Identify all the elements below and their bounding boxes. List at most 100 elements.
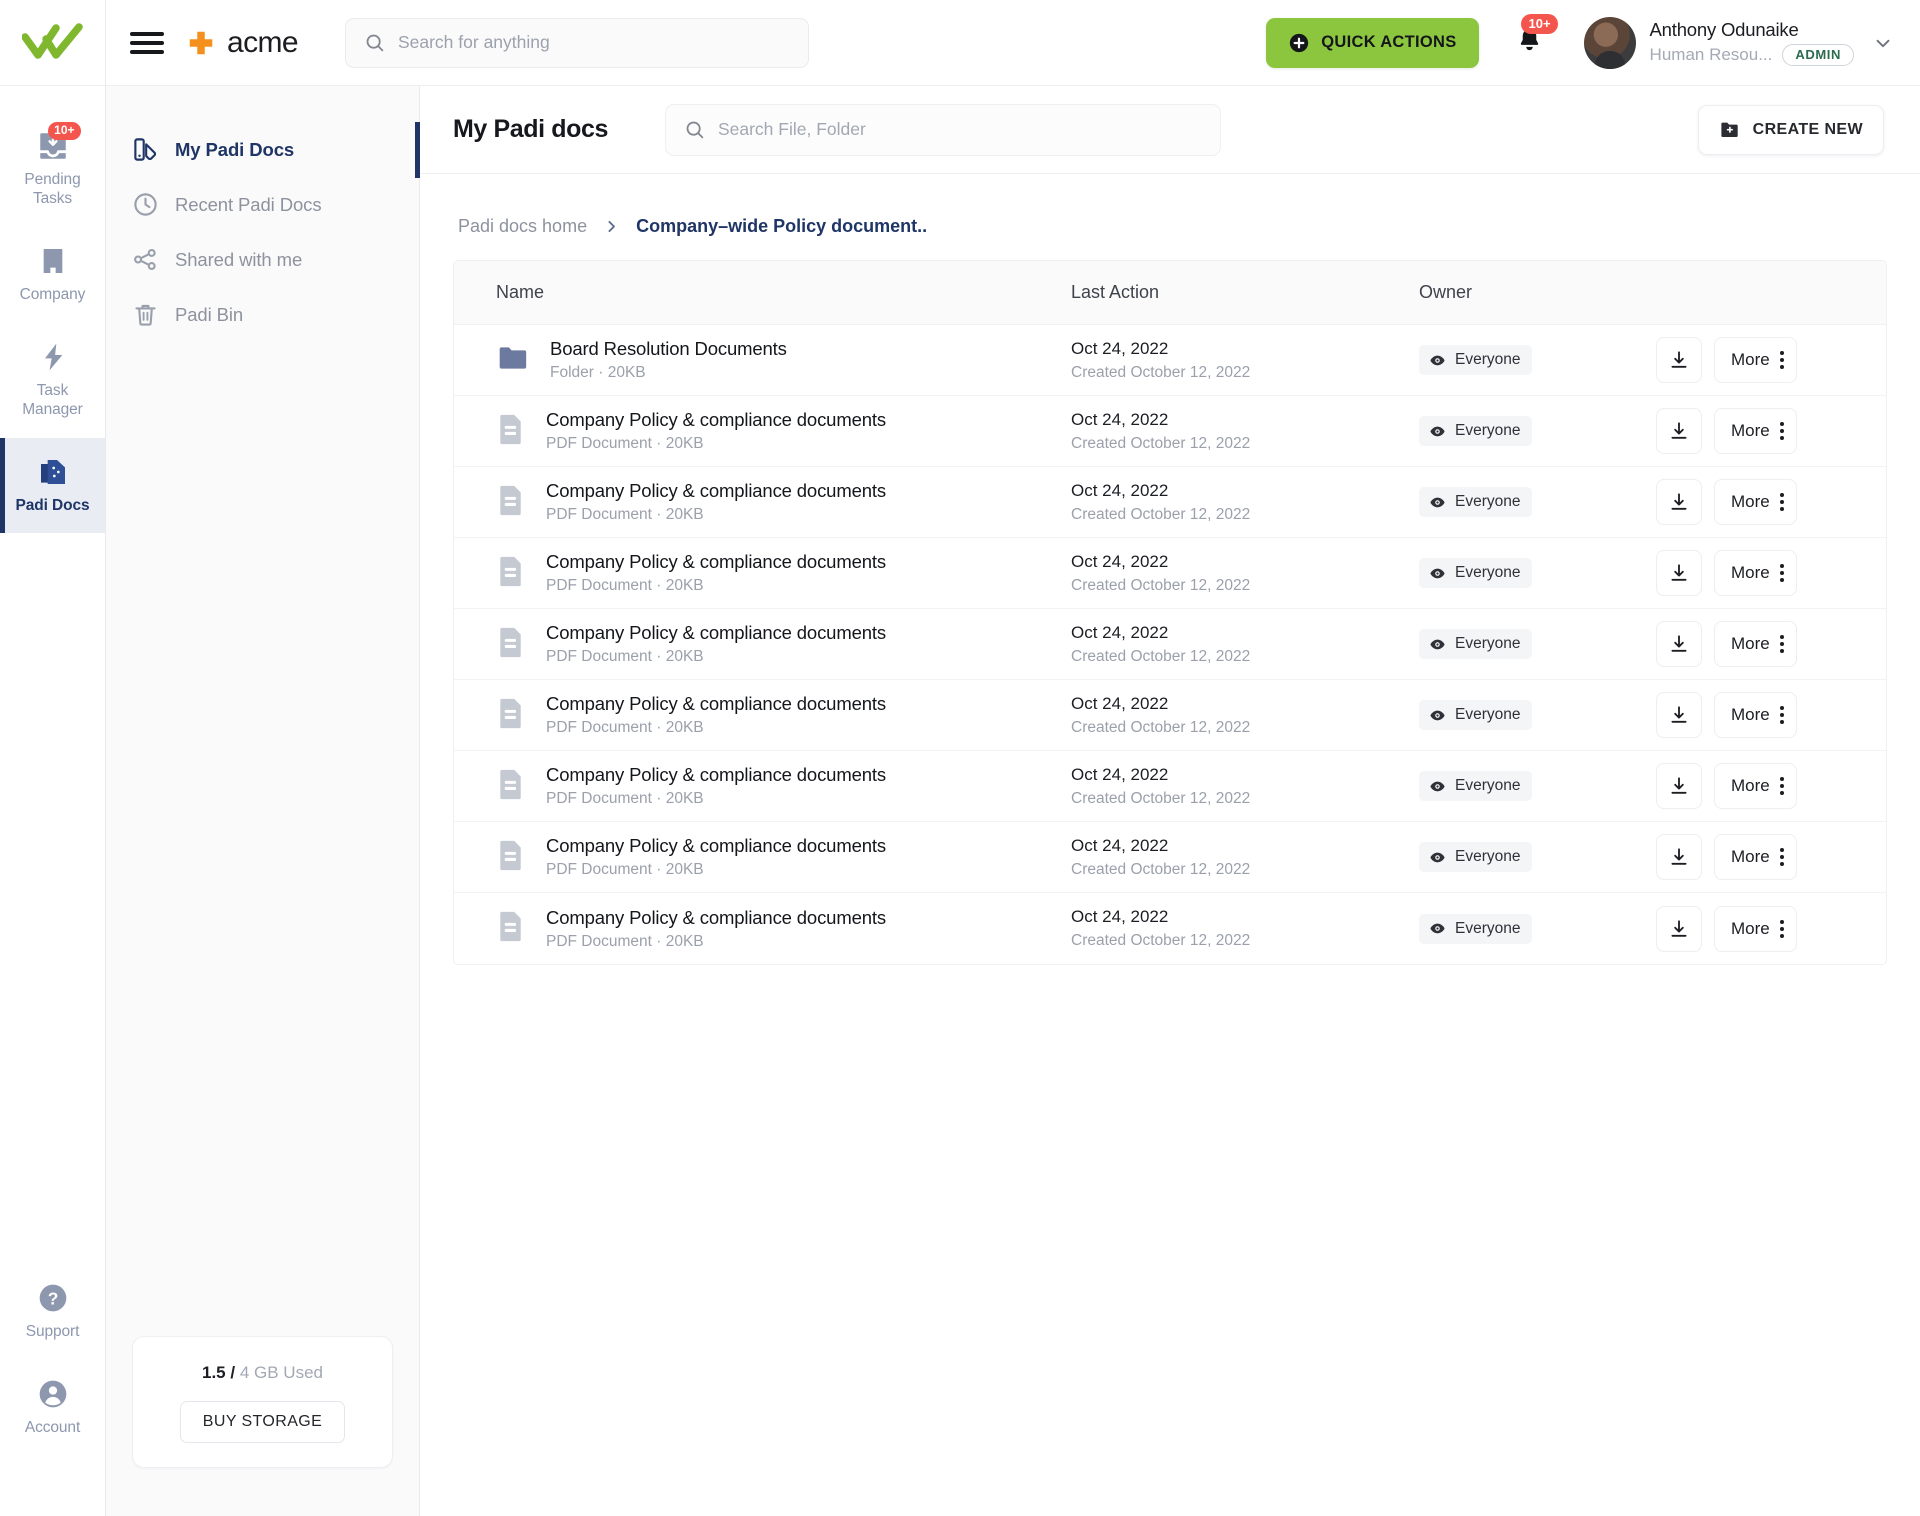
buy-storage-button[interactable]: BUY STORAGE [179, 1401, 346, 1443]
owner-badge: Everyone [1419, 629, 1533, 659]
more-button[interactable]: More [1714, 479, 1797, 525]
sidebar-item-label: Shared with me [175, 248, 303, 270]
more-button[interactable]: More [1714, 763, 1797, 809]
eye-icon [1430, 639, 1445, 649]
file-type-icon [496, 838, 526, 877]
eye-icon [1430, 923, 1445, 934]
more-button[interactable]: More [1714, 692, 1797, 738]
app-logo[interactable] [0, 0, 105, 86]
owner-badge: Everyone [1419, 700, 1533, 730]
table-row[interactable]: Company Policy & compliance documents PD… [454, 396, 1886, 467]
admin-chip: ADMIN [1782, 44, 1854, 66]
table-row[interactable]: Company Policy & compliance documents PD… [454, 467, 1886, 538]
file-search[interactable] [664, 103, 1221, 156]
owner-badge: Everyone [1419, 558, 1533, 588]
download-button[interactable] [1656, 834, 1702, 880]
file-name-cell[interactable]: Company Policy & compliance documents PD… [496, 835, 1071, 879]
file-name-cell[interactable]: Company Policy & compliance documents PD… [496, 907, 1071, 951]
last-action-date: Oct 24, 2022 [1071, 480, 1169, 500]
table-row[interactable]: Board Resolution Documents Folder · 20KB… [454, 325, 1886, 396]
global-search[interactable] [344, 17, 809, 68]
file-name: Company Policy & compliance documents [546, 551, 886, 572]
breadcrumb-home[interactable]: Padi docs home [458, 216, 587, 237]
file-name-cell[interactable]: Company Policy & compliance documents PD… [496, 622, 1071, 666]
notifications-button[interactable]: 10+ [1515, 13, 1558, 60]
table-row[interactable]: Company Policy & compliance documents PD… [454, 751, 1886, 822]
sidebar-item-padi-bin[interactable]: Padi Bin [106, 287, 419, 342]
rail-item-padi-docs[interactable]: Padi Docs [0, 437, 105, 534]
sidebar-item-shared-with-me[interactable]: Shared with me [106, 232, 419, 287]
owner-badge: Everyone [1419, 913, 1533, 944]
sidebar-item-my-padi-docs[interactable]: My Padi Docs [106, 122, 419, 177]
storage-card: 1.5 / 4 GB Used BUY STORAGE [132, 1336, 393, 1468]
table-row[interactable]: Company Policy & compliance documents PD… [454, 822, 1886, 893]
quick-actions-label: QUICK ACTIONS [1321, 33, 1457, 51]
file-type-icon [496, 412, 526, 451]
column-header-last-action: Last Action [1071, 282, 1160, 302]
download-icon [1671, 777, 1687, 794]
rail-item-support[interactable]: ? Support [0, 1264, 105, 1360]
search-input[interactable] [397, 32, 790, 53]
download-button[interactable] [1656, 550, 1702, 596]
rail-item-task-manager[interactable]: Task Manager [0, 323, 105, 438]
rail-bottom-items: ? Support Account [0, 1264, 105, 1516]
more-button[interactable]: More [1714, 337, 1797, 383]
created-date: Created October 12, 2022 [1071, 718, 1251, 736]
download-button[interactable] [1656, 621, 1702, 667]
table-row[interactable]: Company Policy & compliance documents PD… [454, 680, 1886, 751]
more-button[interactable]: More [1714, 621, 1797, 667]
user-profile[interactable]: Anthony Odunaike Human Resou... ADMIN [1583, 16, 1854, 69]
sidebar-item-recent-padi-docs[interactable]: Recent Padi Docs [106, 177, 419, 232]
user-name: Anthony Odunaike [1649, 19, 1799, 40]
file-search-input[interactable] [717, 119, 1202, 140]
rail-item-label: Pending Tasks [24, 171, 81, 207]
download-button[interactable] [1656, 692, 1702, 738]
more-button[interactable]: More [1714, 408, 1797, 454]
file-meta: PDF Document · 20KB [546, 719, 704, 736]
rail-item-pending-tasks[interactable]: 10+ Pending Tasks [0, 112, 105, 227]
file-name-cell[interactable]: Company Policy & compliance documents PD… [496, 409, 1071, 453]
download-button[interactable] [1656, 408, 1702, 454]
row-actions: More [1656, 692, 1886, 738]
owner-label: Everyone [1455, 706, 1521, 723]
padi-docs-icon [134, 138, 157, 161]
file-name-cell[interactable]: Board Resolution Documents Folder · 20KB [496, 338, 1071, 382]
quick-actions-button[interactable]: QUICK ACTIONS [1266, 17, 1479, 68]
more-button[interactable]: More [1714, 550, 1797, 596]
owner-cell: Everyone [1419, 487, 1656, 517]
main-header: My Padi docs CREATE NEW [420, 86, 1920, 174]
file-name-cell[interactable]: Company Policy & compliance documents PD… [496, 693, 1071, 737]
row-actions: More [1656, 479, 1886, 525]
file-name-cell[interactable]: Company Policy & compliance documents PD… [496, 551, 1071, 595]
hamburger-menu-icon[interactable] [130, 26, 164, 60]
owner-label: Everyone [1455, 351, 1521, 368]
eye-icon [1430, 497, 1445, 507]
rail-item-account[interactable]: Account [0, 1360, 105, 1456]
download-button[interactable] [1656, 905, 1702, 952]
table-row[interactable]: Company Policy & compliance documents PD… [454, 538, 1886, 609]
more-label: More [1731, 918, 1770, 938]
download-button[interactable] [1656, 337, 1702, 383]
sidebar-item-label: Recent Padi Docs [175, 193, 322, 215]
table-row[interactable]: Company Policy & compliance documents PD… [454, 609, 1886, 680]
more-button[interactable]: More [1714, 834, 1797, 880]
pdf-file-icon [500, 485, 521, 515]
last-action-cell: Oct 24, 2022 Created October 12, 2022 [1071, 765, 1419, 808]
table-row[interactable]: Company Policy & compliance documents PD… [454, 893, 1886, 964]
orange-cross-icon [189, 31, 213, 54]
eye-icon [1430, 781, 1445, 791]
owner-cell: Everyone [1419, 842, 1656, 872]
file-name-cell[interactable]: Company Policy & compliance documents PD… [496, 764, 1071, 808]
create-new-button[interactable]: CREATE NEW [1697, 104, 1884, 155]
main-scroll: Padi docs home Company–wide Policy docum… [420, 174, 1920, 1516]
rail-item-company[interactable]: Company [0, 227, 105, 323]
download-button[interactable] [1656, 479, 1702, 525]
download-button[interactable] [1656, 763, 1702, 809]
created-date: Created October 12, 2022 [1071, 860, 1251, 878]
file-name: Company Policy & compliance documents [546, 764, 886, 785]
chevron-down-icon[interactable] [1872, 32, 1894, 54]
more-button[interactable]: More [1714, 905, 1797, 952]
file-name-cell[interactable]: Company Policy & compliance documents PD… [496, 480, 1071, 524]
owner-badge: Everyone [1419, 771, 1533, 801]
file-type-icon [496, 767, 526, 806]
